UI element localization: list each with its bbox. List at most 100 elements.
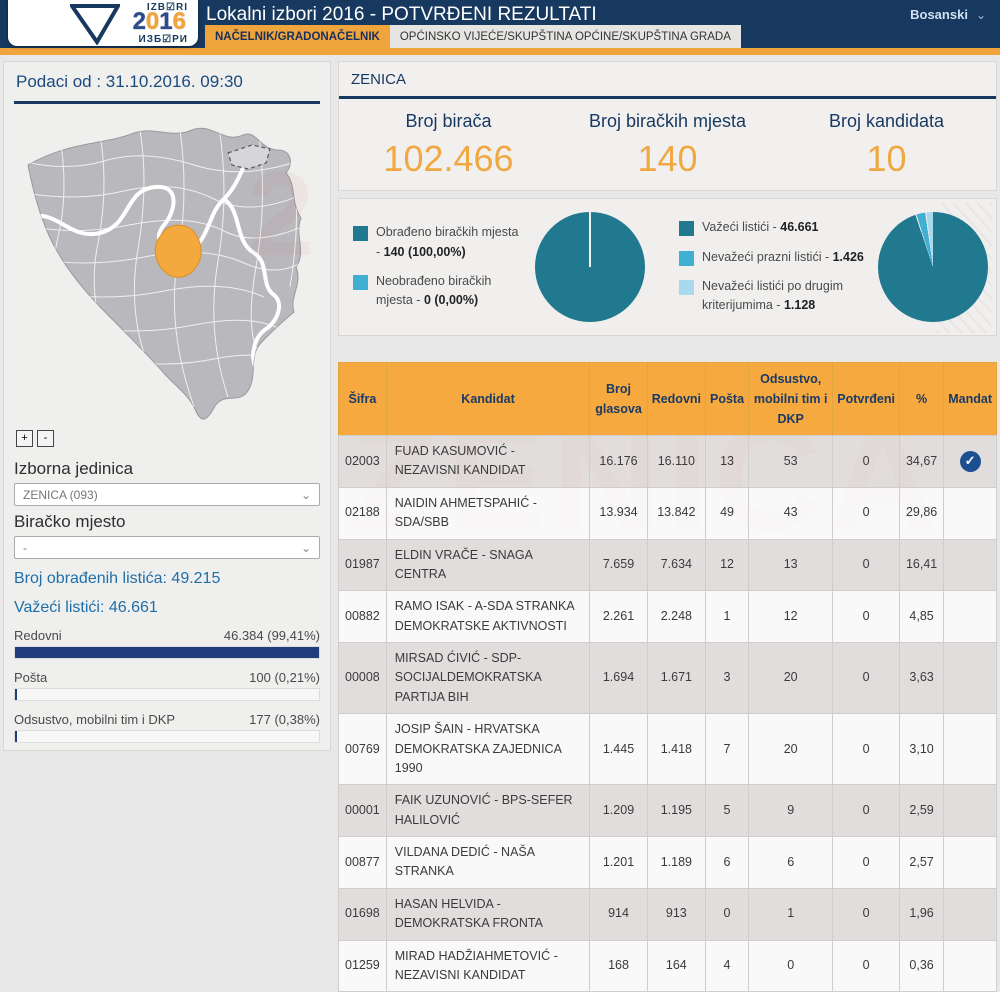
- cell-redovni: 164: [647, 940, 705, 992]
- legend-label: Nevažeći prazni listići - 1.426: [702, 248, 864, 267]
- cell-odsustvo: 9: [749, 785, 833, 837]
- stat-value: 10: [777, 138, 996, 180]
- pie-charts-box: Obrađeno biračkih mjesta - 140 (100,00%)…: [338, 198, 997, 336]
- bosnia-map[interactable]: + - 2: [14, 107, 320, 453]
- cell-sifra: 00769: [339, 714, 387, 785]
- summary-stat: Broj birača102.466: [339, 111, 558, 180]
- logo-text-bottom: ИЗБ☑РИ: [139, 34, 188, 45]
- cell-sifra: 01987: [339, 539, 387, 591]
- cell-kandidat: NAIDIN AHMETSPAHIĆ - SDA/SBB: [386, 487, 590, 539]
- column-header: Potvrđeni: [833, 363, 900, 436]
- column-header: Redovni: [647, 363, 705, 436]
- polling-stations-legend: Obrađeno biračkih mjesta - 140 (100,00%)…: [353, 218, 521, 316]
- stat-label: Broj kandidata: [777, 111, 996, 132]
- cell-glasova: 914: [590, 888, 647, 940]
- legend-item: Nevažeći listići po drugim kriterijumima…: [679, 277, 864, 316]
- cell-mandat: [944, 714, 997, 785]
- legend-swatch: [353, 226, 368, 241]
- table-row: 00008MIRSAD ĆIVIĆ - SDP-SOCIJALDEMOKRATS…: [339, 643, 997, 714]
- language-selector[interactable]: Bosanski ⌄: [910, 7, 986, 22]
- cell-pct: 3,10: [899, 714, 943, 785]
- cell-potvrdjeni: 0: [833, 487, 900, 539]
- cell-glasova: 2.261: [590, 591, 647, 643]
- cell-posta: 6: [706, 837, 749, 889]
- progress-bar-fill: [15, 689, 17, 700]
- bosnia-map-svg: [14, 107, 320, 451]
- ballot-bar: Redovni46.384 (99,41%): [14, 628, 320, 659]
- stat-label: Broj birača: [339, 111, 558, 132]
- left-panel: Podaci od : 31.10.2016. 09:30: [3, 61, 331, 751]
- table-row: 00877VILDANA DEDIĆ - NAŠA STRANKA1.2011.…: [339, 837, 997, 889]
- cell-posta: 1: [706, 591, 749, 643]
- cell-odsustvo: 1: [749, 888, 833, 940]
- cell-odsustvo: 0: [749, 940, 833, 992]
- legend-label: Neobrađeno biračkih mjesta - 0 (0,00%): [376, 272, 521, 311]
- app-header: Lokalni izbori 2016 - POTVRĐENI REZULTAT…: [0, 0, 1000, 48]
- cell-glasova: 1.209: [590, 785, 647, 837]
- cell-potvrdjeni: 0: [833, 888, 900, 940]
- izborna-jedinica-label: Izborna jedinica: [14, 459, 320, 479]
- pie-divider: [589, 212, 591, 267]
- cell-posta: 0: [706, 888, 749, 940]
- cell-posta: 4: [706, 940, 749, 992]
- column-header: Pošta: [706, 363, 749, 436]
- cell-sifra: 00882: [339, 591, 387, 643]
- cell-odsustvo: 20: [749, 643, 833, 714]
- biracko-mjesto-select[interactable]: - ⌄: [14, 536, 320, 559]
- cell-glasova: 1.694: [590, 643, 647, 714]
- legend-item: Nevažeći prazni listići - 1.426: [679, 248, 864, 267]
- map-zoom-in-button[interactable]: +: [16, 430, 33, 447]
- cell-pct: 1,96: [899, 888, 943, 940]
- table-row: 00769JOSIP ŠAIN - HRVATSKA DEMOKRATSKA Z…: [339, 714, 997, 785]
- summary-stat: Broj biračkih mjesta140: [558, 111, 777, 180]
- cell-redovni: 1.671: [647, 643, 705, 714]
- progress-bar-track: [14, 646, 320, 659]
- cell-glasova: 168: [590, 940, 647, 992]
- cell-kandidat: JOSIP ŠAIN - HRVATSKA DEMOKRATSKA ZAJEDN…: [386, 714, 590, 785]
- column-header: Mandat: [944, 363, 997, 436]
- column-header: %: [899, 363, 943, 436]
- map-zoom-out-button[interactable]: -: [37, 430, 54, 447]
- cell-redovni: 7.634: [647, 539, 705, 591]
- summary-stat: Broj kandidata 10: [777, 111, 996, 180]
- cell-mandat: [944, 888, 997, 940]
- cell-kandidat: FUAD KASUMOVIĆ - NEZAVISNI KANDIDAT: [386, 436, 590, 488]
- table-row: 01987ELDIN VRAČE - SNAGA CENTRA7.6597.63…: [339, 539, 997, 591]
- biracko-mjesto-label: Biračko mjesto: [14, 512, 320, 532]
- cell-kandidat: VILDANA DEDIĆ - NAŠA STRANKA: [386, 837, 590, 889]
- cell-redovni: 2.248: [647, 591, 705, 643]
- column-header: Šifra: [339, 363, 387, 436]
- cell-glasova: 13.934: [590, 487, 647, 539]
- cell-mandat: [944, 940, 997, 992]
- cell-posta: 3: [706, 643, 749, 714]
- legend-item: Neobrađeno biračkih mjesta - 0 (0,00%): [353, 272, 521, 311]
- cell-pct: 2,57: [899, 837, 943, 889]
- tab[interactable]: NAČELNIK/GRADONAČELNIK: [205, 25, 390, 48]
- progress-bar-track: [14, 688, 320, 701]
- cell-potvrdjeni: 0: [833, 591, 900, 643]
- tab[interactable]: OPĆINSKO VIJEĆE/SKUPŠTINA OPĆINE/SKUPŠTI…: [390, 25, 741, 48]
- table-row: 02003FUAD KASUMOVIĆ - NEZAVISNI KANDIDAT…: [339, 436, 997, 488]
- cell-odsustvo: 13: [749, 539, 833, 591]
- cell-redovni: 913: [647, 888, 705, 940]
- cell-redovni: 1.418: [647, 714, 705, 785]
- izborna-jedinica-select[interactable]: ZENICA (093) ⌄: [14, 483, 320, 506]
- table-row: 00001FAIK UZUNOVIĆ - BPS-SEFER HALILOVIĆ…: [339, 785, 997, 837]
- cell-sifra: 02003: [339, 436, 387, 488]
- bar-value: 177 (0,38%): [249, 712, 320, 727]
- cell-redovni: 13.842: [647, 487, 705, 539]
- cell-potvrdjeni: 0: [833, 837, 900, 889]
- cell-pct: 34,67: [899, 436, 943, 488]
- cell-sifra: 00008: [339, 643, 387, 714]
- right-panel: ZENICA Broj birača102.466Broj biračkih m…: [338, 61, 997, 751]
- cell-potvrdjeni: 0: [833, 539, 900, 591]
- legend-item: Važeći listići - 46.661: [679, 218, 864, 237]
- legend-swatch: [679, 221, 694, 236]
- biracko-mjesto-value: -: [23, 541, 27, 555]
- cell-odsustvo: 12: [749, 591, 833, 643]
- ballot-type-bars: Redovni46.384 (99,41%)Pošta100 (0,21%)Od…: [14, 628, 320, 751]
- cell-odsustvo: 6: [749, 837, 833, 889]
- cell-posta: 5: [706, 785, 749, 837]
- cell-pct: 16,41: [899, 539, 943, 591]
- legend-item: Obrađeno biračkih mjesta - 140 (100,00%): [353, 223, 521, 262]
